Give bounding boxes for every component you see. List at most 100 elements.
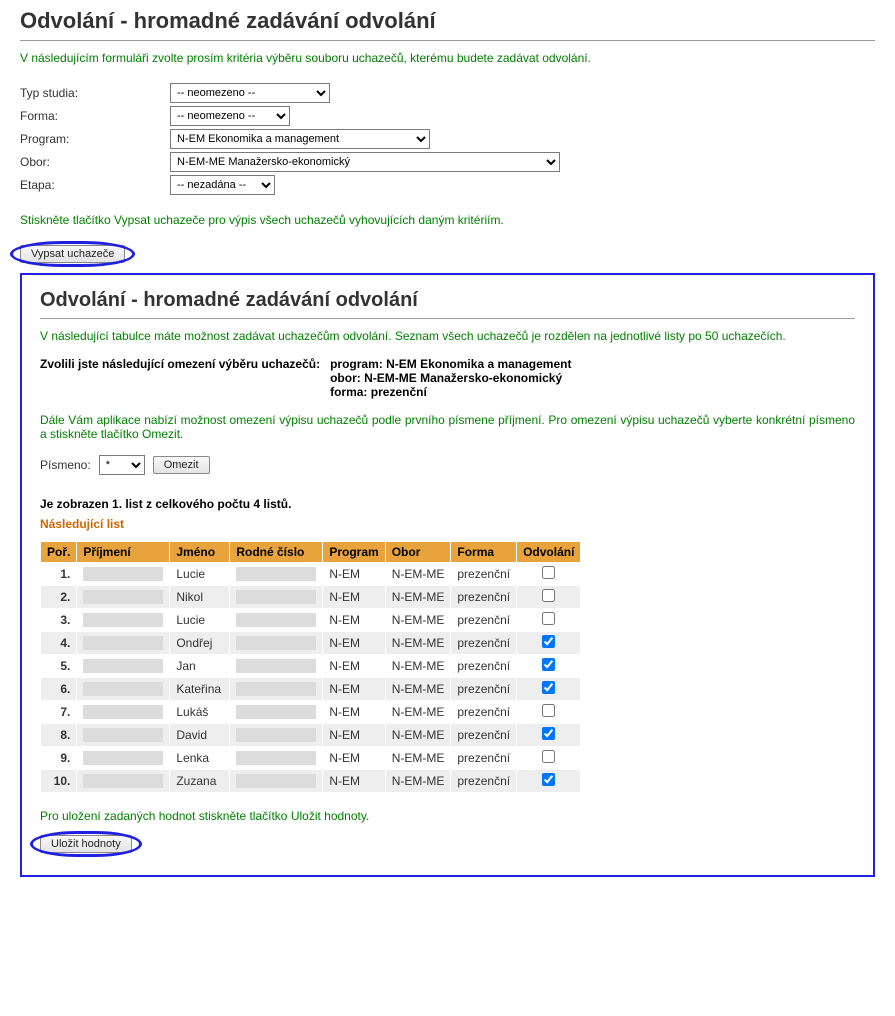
- cell-forma: prezenční: [451, 678, 517, 701]
- restriction-label: Zvolili jste následující omezení výběru …: [40, 357, 320, 371]
- col-forma: Forma: [451, 542, 517, 563]
- redacted-rc: [236, 567, 316, 581]
- cell-prijmeni: [77, 701, 170, 724]
- table-row: 3.LucieN-EMN-EM-MEprezenční: [41, 609, 581, 632]
- letter-label: Písmeno:: [40, 458, 91, 472]
- label-typ-studia: Typ studia:: [20, 86, 170, 100]
- cell-obor: N-EM-ME: [385, 770, 451, 793]
- omezit-button[interactable]: Omezit: [153, 456, 210, 474]
- cell-odvolani: [517, 632, 581, 655]
- cell-prijmeni: [77, 724, 170, 747]
- cell-program: N-EM: [323, 609, 385, 632]
- separator: [40, 318, 855, 319]
- odvolani-checkbox[interactable]: [542, 681, 555, 694]
- odvolani-checkbox[interactable]: [542, 566, 555, 579]
- cell-forma: prezenční: [451, 655, 517, 678]
- redacted-surname: [83, 659, 163, 673]
- cell-rc: [230, 609, 323, 632]
- odvolani-checkbox[interactable]: [542, 750, 555, 763]
- cell-por: 4.: [41, 632, 77, 655]
- table-row: 1.LucieN-EMN-EM-MEprezenční: [41, 563, 581, 586]
- restriction-program: program: N-EM Ekonomika a management: [330, 357, 571, 371]
- cell-program: N-EM: [323, 655, 385, 678]
- cell-rc: [230, 586, 323, 609]
- cell-por: 8.: [41, 724, 77, 747]
- page-title: Odvolání - hromadné zadávání odvolání: [20, 8, 875, 36]
- odvolani-checkbox[interactable]: [542, 635, 555, 648]
- odvolani-checkbox[interactable]: [542, 589, 555, 602]
- label-forma: Forma:: [20, 109, 170, 123]
- ulozit-hodnoty-button[interactable]: Uložit hodnoty: [40, 835, 132, 853]
- cell-rc: [230, 678, 323, 701]
- cell-program: N-EM: [323, 701, 385, 724]
- select-typ-studia[interactable]: -- neomezeno --: [170, 83, 330, 103]
- vypsat-uchazece-button[interactable]: Vypsat uchazeče: [20, 245, 125, 263]
- table-row: 6.KateřinaN-EMN-EM-MEprezenční: [41, 678, 581, 701]
- cell-odvolani: [517, 724, 581, 747]
- cell-odvolani: [517, 563, 581, 586]
- cell-odvolani: [517, 701, 581, 724]
- odvolani-checkbox[interactable]: [542, 773, 555, 786]
- redacted-surname: [83, 590, 163, 604]
- cell-obor: N-EM-ME: [385, 586, 451, 609]
- select-etapa[interactable]: -- nezadána --: [170, 175, 275, 195]
- redacted-surname: [83, 728, 163, 742]
- cell-rc: [230, 563, 323, 586]
- redacted-surname: [83, 636, 163, 650]
- cell-jmeno: Lucie: [170, 563, 230, 586]
- cell-odvolani: [517, 609, 581, 632]
- cell-prijmeni: [77, 747, 170, 770]
- redacted-surname: [83, 567, 163, 581]
- cell-por: 1.: [41, 563, 77, 586]
- table-row: 5.JanN-EMN-EM-MEprezenční: [41, 655, 581, 678]
- cell-odvolani: [517, 655, 581, 678]
- cell-odvolani: [517, 678, 581, 701]
- cell-obor: N-EM-ME: [385, 563, 451, 586]
- odvolani-checkbox[interactable]: [542, 704, 555, 717]
- cell-por: 2.: [41, 586, 77, 609]
- restriction-obor: obor: N-EM-ME Manažersko-ekonomický: [330, 371, 571, 385]
- cell-forma: prezenční: [451, 747, 517, 770]
- odvolani-checkbox[interactable]: [542, 658, 555, 671]
- cell-obor: N-EM-ME: [385, 632, 451, 655]
- select-letter[interactable]: *: [99, 455, 145, 475]
- redacted-rc: [236, 636, 316, 650]
- col-obor: Obor: [385, 542, 451, 563]
- label-etapa: Etapa:: [20, 178, 170, 192]
- cell-por: 6.: [41, 678, 77, 701]
- col-program: Program: [323, 542, 385, 563]
- col-prijmeni: Příjmení: [77, 542, 170, 563]
- select-program[interactable]: N-EM Ekonomika a management: [170, 129, 430, 149]
- next-list-link[interactable]: Následující list: [40, 517, 124, 531]
- hint-vypsat: Stiskněte tlačítko Vypsat uchazeče pro v…: [20, 213, 875, 227]
- odvolani-checkbox[interactable]: [542, 612, 555, 625]
- select-forma[interactable]: -- neomezeno --: [170, 106, 290, 126]
- col-odvolani: Odvolání: [517, 542, 581, 563]
- redacted-surname: [83, 682, 163, 696]
- restriction-values: program: N-EM Ekonomika a management obo…: [330, 357, 571, 399]
- highlight-vypsat: Vypsat uchazeče: [20, 245, 125, 263]
- cell-jmeno: Kateřina: [170, 678, 230, 701]
- table-row: 10.ZuzanaN-EMN-EM-MEprezenční: [41, 770, 581, 793]
- table-row: 9.LenkaN-EMN-EM-MEprezenční: [41, 747, 581, 770]
- cell-prijmeni: [77, 770, 170, 793]
- results-panel: Odvolání - hromadné zadávání odvolání V …: [20, 273, 875, 877]
- cell-program: N-EM: [323, 586, 385, 609]
- cell-obor: N-EM-ME: [385, 678, 451, 701]
- cell-jmeno: Nikol: [170, 586, 230, 609]
- redacted-rc: [236, 728, 316, 742]
- col-jmeno: Jméno: [170, 542, 230, 563]
- cell-por: 5.: [41, 655, 77, 678]
- col-rc: Rodné číslo: [230, 542, 323, 563]
- odvolani-checkbox[interactable]: [542, 727, 555, 740]
- label-obor: Obor:: [20, 155, 170, 169]
- redacted-rc: [236, 613, 316, 627]
- cell-program: N-EM: [323, 770, 385, 793]
- cell-rc: [230, 724, 323, 747]
- select-obor[interactable]: N-EM-ME Manažersko-ekonomický: [170, 152, 560, 172]
- cell-jmeno: Lucie: [170, 609, 230, 632]
- cell-program: N-EM: [323, 724, 385, 747]
- cell-forma: prezenční: [451, 586, 517, 609]
- cell-por: 10.: [41, 770, 77, 793]
- cell-jmeno: Lukáš: [170, 701, 230, 724]
